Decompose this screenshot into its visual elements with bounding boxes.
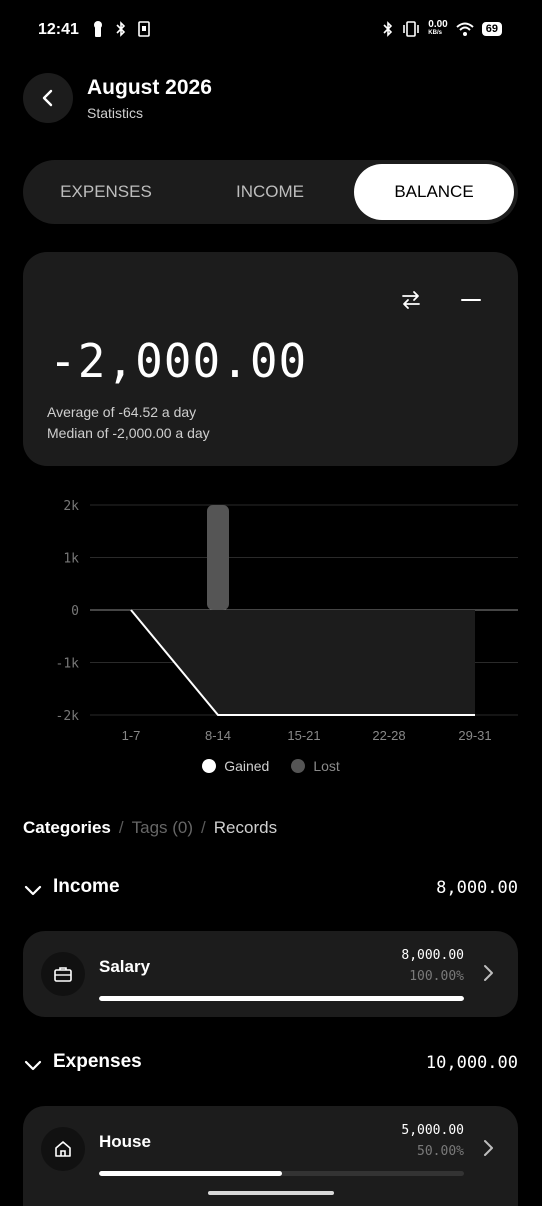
- chevron-right-icon: [484, 1140, 493, 1156]
- y-tick-label: 1k: [63, 552, 79, 567]
- status-bar: 12:41 0.00 KB/s 69: [0, 0, 542, 62]
- status-right-icons: 0.00 KB/s 69: [382, 20, 502, 38]
- lost-bar: [207, 505, 229, 610]
- chart-svg: 2k 1k 0 -1k -2k 1-7 8-14 15-21 22-28 29-31: [56, 499, 518, 743]
- income-title: Income: [53, 876, 120, 897]
- x-tick-label: 15-21: [287, 728, 320, 743]
- page-subtitle: Statistics: [87, 105, 144, 121]
- x-tick-label: 22-28: [372, 728, 405, 743]
- home-indicator[interactable]: [208, 1191, 334, 1195]
- chevron-left-icon: [42, 89, 53, 107]
- chevron-right-icon: [484, 965, 493, 981]
- minus-icon[interactable]: [459, 288, 483, 312]
- vibrate-icon: [403, 21, 420, 37]
- balance-median: Median of -2,000.00 a day: [47, 425, 210, 441]
- y-tick-label: 2k: [63, 499, 79, 514]
- net-speed-value: 0.00: [428, 19, 448, 30]
- y-tick-label: -1k: [56, 657, 80, 672]
- crumb-separator: /: [201, 818, 206, 837]
- tab-expenses[interactable]: EXPENSES: [27, 164, 185, 220]
- category-percent: 50.00%: [417, 1144, 464, 1159]
- x-tick-label: 29-31: [458, 728, 491, 743]
- y-tick-label: 0: [71, 604, 79, 619]
- chart-legend: Gained Lost: [0, 758, 542, 774]
- legend-gained[interactable]: Gained: [202, 758, 269, 774]
- y-tick-label: -2k: [56, 709, 80, 724]
- keyhole-icon: [94, 21, 102, 37]
- status-time: 12:41: [38, 21, 79, 38]
- x-tick-label: 1-7: [122, 728, 141, 743]
- legend-lost[interactable]: Lost: [291, 758, 340, 774]
- header: August 2026 Statistics: [23, 72, 523, 124]
- net-speed-unit: KB/s: [428, 30, 442, 36]
- legend-lost-dot: [291, 759, 306, 773]
- sim-icon: [138, 21, 150, 37]
- balance-amount: -2,000.00: [49, 334, 308, 388]
- category-amount: 8,000.00: [401, 948, 464, 963]
- net-speed: 0.00 KB/s: [428, 20, 447, 38]
- category-progress-fill: [99, 1171, 282, 1176]
- page-title: August 2026: [87, 76, 212, 99]
- swap-icon[interactable]: [399, 288, 423, 312]
- tab-balance[interactable]: BALANCE: [354, 164, 514, 220]
- category-amount: 5,000.00: [401, 1123, 464, 1138]
- balance-card: -2,000.00 Average of -64.52 a day Median…: [23, 252, 518, 466]
- legend-lost-label: Lost: [313, 758, 340, 774]
- home-icon: [41, 1127, 85, 1171]
- balance-chart: 2k 1k 0 -1k -2k 1-7 8-14 15-21 22-28 29-31 Gained…: [0, 490, 542, 790]
- briefcase-icon: [41, 952, 85, 996]
- category-progress-fill: [99, 996, 464, 1001]
- category-progress-bar: [99, 996, 464, 1001]
- crumb-separator: /: [118, 818, 124, 837]
- tab-income[interactable]: INCOME: [191, 164, 349, 220]
- x-tick-label: 8-14: [205, 728, 231, 743]
- income-section-header[interactable]: Income 8,000.00: [23, 874, 518, 904]
- category-name: House: [99, 1132, 151, 1151]
- crumb-tags[interactable]: Tags (0): [132, 818, 193, 838]
- chevron-down-icon: [24, 885, 42, 896]
- category-progress-bar: [99, 1171, 464, 1176]
- category-name: Salary: [99, 957, 151, 976]
- income-total: 8,000.00: [436, 878, 518, 898]
- expenses-section-header[interactable]: Expenses 10,000.00: [23, 1049, 518, 1079]
- category-percent: 100.00%: [409, 969, 464, 984]
- bluetooth-icon: [116, 21, 126, 37]
- back-button[interactable]: [23, 73, 73, 123]
- status-left-icons: [92, 20, 150, 38]
- balance-average: Average of -64.52 a day: [47, 404, 197, 420]
- expenses-title: Expenses: [53, 1051, 142, 1072]
- breadcrumb: Categories / Tags (0) / Records: [23, 818, 277, 838]
- category-card-salary[interactable]: Salary 8,000.00 100.00%: [23, 931, 518, 1017]
- tab-bar: EXPENSES INCOME BALANCE: [23, 160, 518, 224]
- wifi-icon: [456, 22, 474, 36]
- chevron-down-icon: [24, 1060, 42, 1071]
- legend-gained-label: Gained: [224, 758, 270, 774]
- battery-indicator: 69: [481, 22, 502, 36]
- crumb-records[interactable]: Records: [214, 818, 277, 838]
- balance-area: [131, 610, 475, 715]
- expenses-total: 10,000.00: [425, 1053, 518, 1073]
- crumb-categories[interactable]: Categories: [23, 818, 111, 838]
- legend-gained-dot: [202, 759, 217, 773]
- bluetooth-icon: [383, 21, 393, 37]
